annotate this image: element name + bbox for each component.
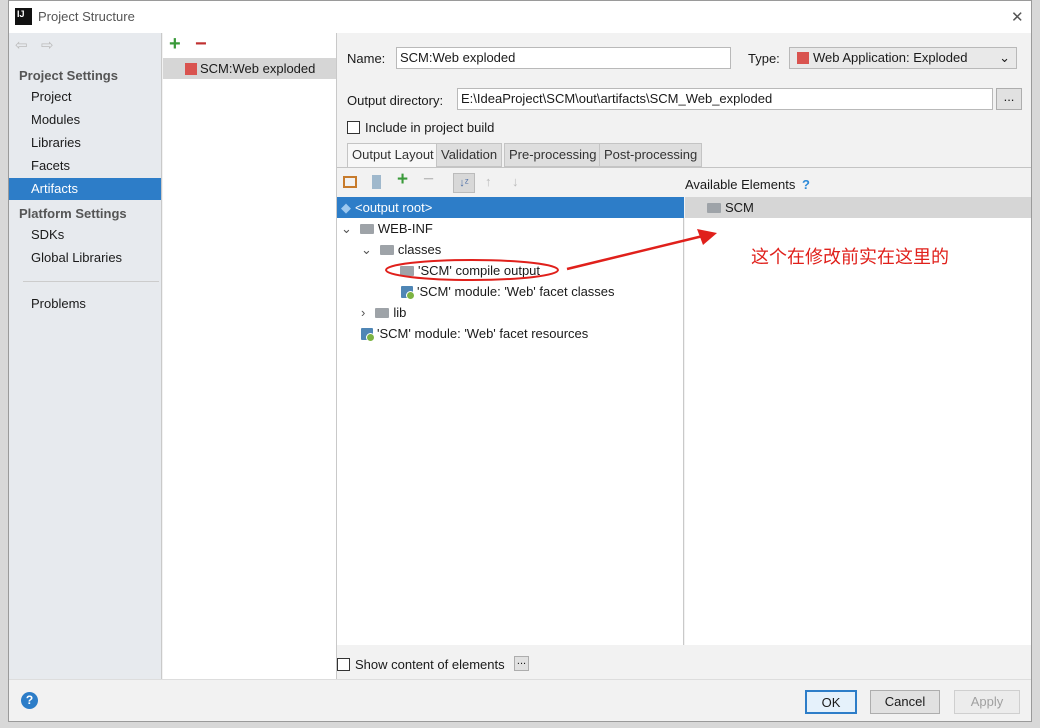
title-bar: IJ Project Structure ✕	[9, 1, 1031, 33]
output-root-icon: ◆	[341, 200, 351, 215]
artifact-item[interactable]: SCM:Web exploded	[163, 58, 336, 79]
red-annotation-circle	[385, 259, 559, 281]
folder-icon	[375, 308, 390, 318]
artifacts-list: + − SCM:Web exploded	[163, 33, 337, 679]
divider	[23, 281, 159, 282]
include-in-build-checkbox[interactable]: Include in project build	[347, 120, 494, 135]
back-arrow-icon[interactable]: ⇦	[15, 36, 28, 54]
sidebar-item-problems[interactable]: Problems	[9, 293, 161, 315]
war-artifact-icon	[797, 52, 809, 64]
module-icon	[401, 286, 415, 300]
sidebar-item-artifacts[interactable]: Artifacts	[9, 178, 161, 200]
available-elements-title: Available Elements	[685, 177, 796, 192]
project-structure-dialog: IJ Project Structure ✕ ⇦ ⇨ Project Setti…	[8, 0, 1032, 722]
add-element-icon[interactable]: +	[397, 169, 408, 191]
tree-row-web-inf[interactable]: ⌄ WEB-INF	[341, 218, 433, 239]
output-directory-input[interactable]: E:\IdeaProject\SCM\out\artifacts\SCM_Web…	[457, 88, 993, 110]
tree-row-lib[interactable]: › lib	[361, 302, 406, 323]
ok-button[interactable]: OK	[805, 690, 857, 714]
tab-output-layout[interactable]: Output Layout	[347, 143, 439, 167]
cancel-button[interactable]: Cancel	[870, 690, 940, 714]
sidebar: ⇦ ⇨ Project Settings Project Modules Lib…	[9, 33, 162, 679]
show-content-checkbox[interactable]: Show content of elements	[337, 657, 505, 672]
module-folder-icon	[707, 203, 721, 213]
tree-row-output-root[interactable]: ◆ <output root>	[337, 197, 684, 218]
available-item-scm[interactable]: SCM	[685, 197, 1031, 218]
chevron-down-icon: ⌄	[999, 50, 1010, 65]
help-button[interactable]: ?	[21, 692, 38, 709]
annotation-text: 这个在修改前实在这里的	[751, 247, 949, 268]
name-input[interactable]: SCM:Web exploded	[396, 47, 731, 69]
create-directory-icon[interactable]	[343, 176, 357, 188]
help-icon[interactable]: ?	[802, 177, 810, 192]
tab-post-processing[interactable]: Post-processing	[599, 143, 703, 167]
sidebar-item-global-libraries[interactable]: Global Libraries	[9, 247, 161, 269]
browse-button[interactable]: ...	[996, 88, 1022, 110]
platform-settings-heading: Platform Settings	[19, 206, 127, 221]
window-title: Project Structure	[38, 9, 135, 24]
tree-row-facet-resources[interactable]: 'SCM' module: 'Web' facet resources	[361, 323, 588, 344]
bottom-bar: ? OK Cancel Apply	[9, 679, 1031, 721]
red-annotation-arrow	[566, 229, 717, 271]
intellij-logo-icon: IJ	[15, 8, 32, 25]
type-label: Type:	[748, 51, 780, 66]
forward-arrow-icon[interactable]: ⇨	[41, 36, 54, 54]
sort-icon[interactable]: ↓ᶻ	[453, 173, 475, 193]
divider	[337, 167, 1031, 168]
type-select[interactable]: Web Application: Exploded ⌄	[789, 47, 1017, 69]
apply-button[interactable]: Apply	[954, 690, 1020, 714]
sidebar-item-sdks[interactable]: SDKs	[9, 224, 161, 246]
name-label: Name:	[347, 51, 386, 66]
show-content-options-button[interactable]: ...	[514, 656, 529, 671]
archive-icon[interactable]	[372, 175, 381, 189]
module-icon	[361, 328, 375, 342]
chevron-down-icon[interactable]: ⌄	[361, 242, 372, 257]
project-settings-heading: Project Settings	[19, 68, 118, 83]
sidebar-item-libraries[interactable]: Libraries	[9, 132, 161, 154]
move-up-icon[interactable]: ↑	[485, 174, 492, 189]
war-artifact-icon	[185, 63, 197, 75]
sidebar-item-facets[interactable]: Facets	[9, 155, 161, 177]
close-button[interactable]: ✕	[1011, 8, 1024, 26]
remove-element-icon[interactable]: −	[423, 169, 434, 191]
tab-pre-processing[interactable]: Pre-processing	[504, 143, 602, 167]
available-elements-panel: SCM 这个在修改前实在这里的	[685, 197, 1031, 645]
artifact-editor: Name: SCM:Web exploded Type: Web Applica…	[337, 33, 1031, 679]
sidebar-item-modules[interactable]: Modules	[9, 109, 161, 131]
move-down-icon[interactable]: ↓	[512, 174, 519, 189]
folder-icon	[379, 245, 394, 255]
remove-icon[interactable]: −	[195, 33, 207, 56]
sidebar-item-project[interactable]: Project	[9, 86, 161, 108]
chevron-down-icon[interactable]: ⌄	[341, 221, 352, 236]
output-directory-label: Output directory:	[347, 93, 444, 108]
folder-icon	[359, 224, 374, 234]
chevron-right-icon[interactable]: ›	[361, 305, 365, 320]
add-icon[interactable]: +	[169, 33, 181, 56]
tab-validation[interactable]: Validation	[436, 143, 503, 167]
